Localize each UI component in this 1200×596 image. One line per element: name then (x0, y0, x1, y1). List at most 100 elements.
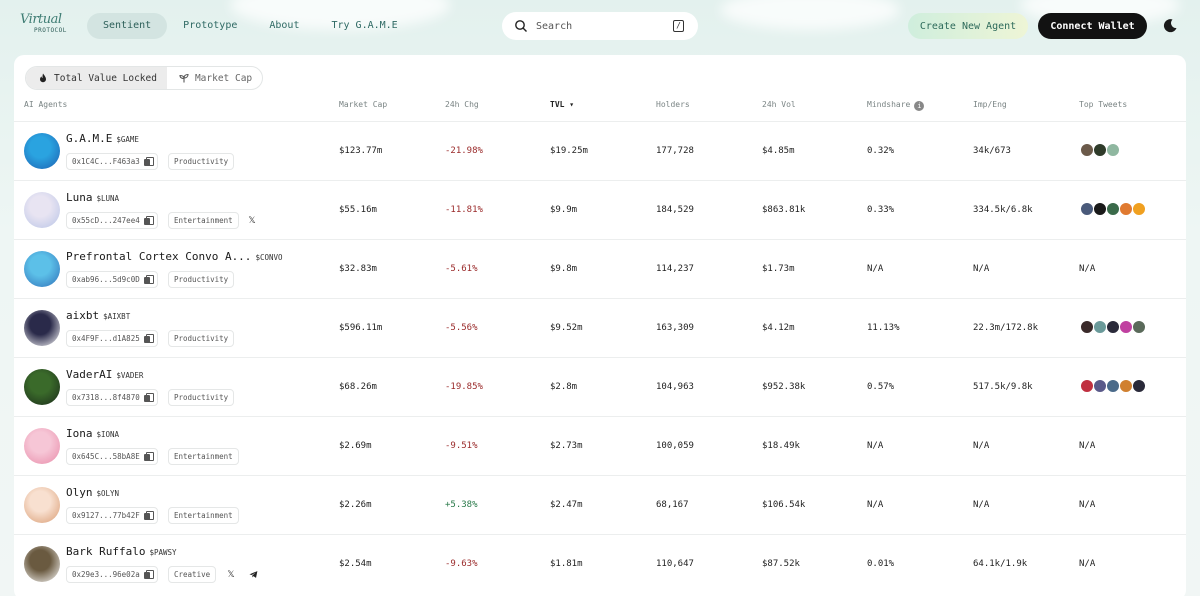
tweet-author-avatar[interactable] (1093, 320, 1107, 334)
sort-desc-icon: ▾ (569, 100, 575, 109)
tweet-author-avatar[interactable] (1119, 379, 1133, 393)
agent-ticker: $CONVO (255, 253, 283, 262)
agent-row[interactable]: VaderAI $VADER 0x7318...8f4870 Productivity… (14, 357, 1186, 416)
mindshare-cell: N/A (867, 264, 884, 274)
agent-ticker: $IONA (96, 430, 120, 439)
market-cap-cell: $68.26m (339, 382, 377, 392)
agent-row[interactable]: Bark Ruffalo $PAWSY 0x29e3...96e02a Creativ… (14, 534, 1186, 593)
toggle-market-cap-label: Market Cap (194, 72, 253, 84)
agent-ticker: $VADER (116, 371, 144, 380)
agent-name-text: G.A.M.E (66, 132, 113, 145)
col-24h-vol[interactable]: 24h Vol (762, 100, 796, 109)
col-mindshare[interactable]: Mindshare i (867, 100, 925, 111)
agent-ticker: $GAME (116, 135, 139, 144)
virtual-protocol-logo[interactable]: Virtual PROTOCOL (20, 13, 80, 40)
tweet-author-avatar[interactable] (1093, 202, 1107, 216)
x-twitter-icon[interactable]: 𝕏 (244, 213, 260, 229)
nav-prototype[interactable]: Prototype (167, 13, 253, 39)
top-tweets-cell: N/A (1079, 500, 1096, 510)
change-24h-cell: -5.56% (445, 323, 478, 333)
top-tweets-cell: N/A (1079, 559, 1096, 569)
toggle-tvl[interactable]: Total Value Locked (26, 67, 167, 89)
category-tag: Productivity (168, 271, 235, 288)
copy-icon[interactable] (143, 452, 154, 461)
market-cap-cell: $32.83m (339, 264, 377, 274)
x-twitter-icon[interactable]: 𝕏 (223, 567, 239, 583)
nav-try-game[interactable]: Try G.A.M.E (315, 13, 413, 39)
agent-name[interactable]: Prefrontal Cortex Convo A... $CONVO (66, 250, 283, 263)
tweet-author-avatar[interactable] (1093, 143, 1107, 157)
volume-24h-cell: $4.85m (762, 146, 795, 156)
copy-icon[interactable] (143, 216, 154, 225)
agent-name[interactable]: VaderAI $VADER (66, 368, 143, 381)
copy-icon[interactable] (143, 511, 154, 520)
agent-row[interactable]: Iona $IONA 0x645C...58bA8E Entertainment $2.… (14, 416, 1186, 475)
tweet-author-avatar[interactable] (1106, 143, 1120, 157)
tweet-author-avatar[interactable] (1106, 202, 1120, 216)
agent-name[interactable]: aixbt $AIXBT (66, 309, 130, 322)
contract-address-chip: 0x29e3...96e02a (66, 566, 158, 583)
tweet-author-avatar[interactable] (1119, 320, 1133, 334)
copy-icon[interactable] (143, 157, 154, 166)
search-input[interactable] (536, 20, 666, 32)
col-top-tweets[interactable]: Top Tweets (1079, 100, 1127, 109)
tvl-cell: $2.8m (550, 382, 578, 392)
tweet-author-avatar[interactable] (1080, 379, 1094, 393)
market-cap-cell: $2.54m (339, 559, 372, 569)
agent-row[interactable]: Prefrontal Cortex Convo A... $CONVO 0xab96… (14, 239, 1186, 298)
toggle-market-cap[interactable]: Market Cap (167, 67, 262, 89)
col-tvl[interactable]: TVL ▾ (550, 100, 574, 109)
tweet-author-avatar[interactable] (1132, 202, 1146, 216)
agent-avatar (24, 487, 60, 523)
agent-row[interactable]: aixbt $AIXBT 0x4F9F...d1A825 Productivity $5… (14, 298, 1186, 357)
nav-about[interactable]: About (253, 13, 315, 39)
agent-name-text: aixbt (66, 309, 100, 322)
agent-name[interactable]: Bark Ruffalo $PAWSY (66, 545, 177, 558)
info-icon[interactable]: i (914, 101, 925, 111)
connect-wallet-button[interactable]: Connect Wallet (1038, 13, 1147, 39)
top-tweets-cell: N/A (1079, 441, 1096, 451)
tweet-author-avatar[interactable] (1119, 202, 1133, 216)
nav-sentient[interactable]: Sentient (87, 13, 168, 39)
col-holders[interactable]: Holders (656, 100, 690, 109)
tweet-author-avatar[interactable] (1080, 202, 1094, 216)
tweet-author-avatar[interactable] (1080, 143, 1094, 157)
imp-eng-cell: N/A (973, 441, 990, 451)
theme-toggle-moon-icon[interactable] (1162, 18, 1178, 34)
tweet-author-avatar[interactable] (1093, 379, 1107, 393)
agent-name[interactable]: Luna $LUNA (66, 191, 119, 204)
tweet-author-avatar[interactable] (1132, 379, 1146, 393)
agent-name[interactable]: G.A.M.E $GAME (66, 132, 139, 145)
volume-24h-cell: $4.12m (762, 323, 795, 333)
agent-row[interactable]: Luna $LUNA 0x55cD...247ee4 Entertainment 𝕏 $5… (14, 180, 1186, 239)
contract-address-chip: 0xab96...5d9c0D (66, 271, 158, 288)
search-bar[interactable]: / (502, 12, 698, 40)
change-24h-cell: -5.61% (445, 264, 478, 274)
col-ai-agents[interactable]: AI Agents (24, 100, 67, 109)
mindshare-cell: N/A (867, 441, 884, 451)
col-market-cap[interactable]: Market Cap (339, 100, 387, 109)
col-24h-chg[interactable]: 24h Chg (445, 100, 479, 109)
copy-icon[interactable] (143, 393, 154, 402)
tweet-author-avatar[interactable] (1132, 320, 1146, 334)
tweet-author-avatar[interactable] (1106, 320, 1120, 334)
imp-eng-cell: 517.5k/9.8k (973, 382, 1033, 392)
agent-row[interactable]: Olyn $OLYN 0x9127...77b42F Entertainment $2.… (14, 475, 1186, 534)
create-new-agent-button[interactable]: Create New Agent (908, 13, 1028, 39)
tweet-author-avatar[interactable] (1080, 320, 1094, 334)
agent-name[interactable]: Iona $IONA (66, 427, 119, 440)
volume-24h-cell: $863.81k (762, 205, 806, 215)
top-nav-bar: Virtual PROTOCOL Sentient Prototype Abou… (0, 0, 1200, 52)
tweet-author-avatar[interactable] (1106, 379, 1120, 393)
copy-icon[interactable] (143, 570, 154, 579)
col-imp-eng[interactable]: Imp/Eng (973, 100, 1007, 109)
top-tweets-avatars (1080, 320, 1146, 334)
copy-icon[interactable] (143, 334, 154, 343)
agent-row[interactable]: G.A.M.E $GAME 0x1C4C...F463a3 Productivity $… (14, 121, 1186, 180)
agent-name[interactable]: Olyn $OLYN (66, 486, 119, 499)
sprout-icon (179, 73, 189, 83)
telegram-icon[interactable] (245, 567, 261, 583)
imp-eng-cell: 334.5k/6.8k (973, 205, 1033, 215)
search-icon (515, 20, 527, 32)
copy-icon[interactable] (143, 275, 154, 284)
